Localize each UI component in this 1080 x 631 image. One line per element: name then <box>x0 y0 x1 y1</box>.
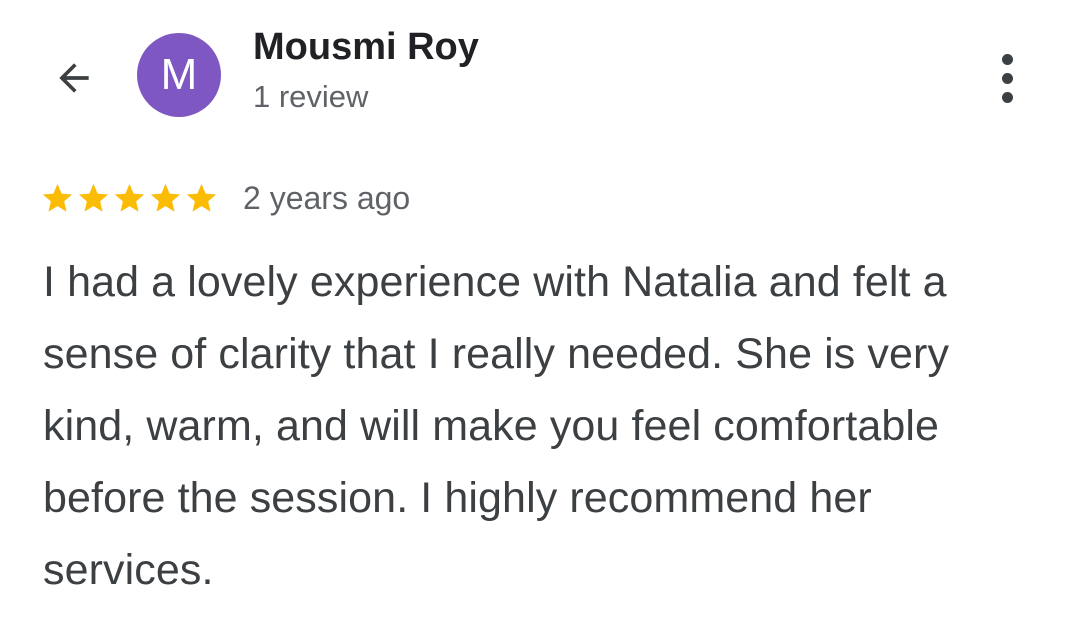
star-icon <box>186 183 217 212</box>
star-icon <box>150 183 181 212</box>
star-icon <box>78 183 109 212</box>
arrow-back-icon <box>59 63 89 93</box>
avatar[interactable]: M <box>137 33 221 117</box>
star-icon <box>42 183 73 212</box>
rating-row: 2 years ago <box>40 176 410 220</box>
more-vertical-icon <box>1001 53 1013 65</box>
more-options-button[interactable] <box>982 48 1032 108</box>
review-header: M Mousmi Roy 1 review <box>0 0 1080 150</box>
review-text: I had a lovely experience with Natalia a… <box>43 258 950 594</box>
star-rating <box>40 181 219 216</box>
review-date: 2 years ago <box>243 179 411 216</box>
avatar-initial: M <box>160 50 198 99</box>
star-icon <box>114 183 145 212</box>
user-name[interactable]: Mousmi Roy <box>253 26 479 69</box>
back-button[interactable] <box>46 50 102 106</box>
review-count: 1 review <box>253 79 369 114</box>
